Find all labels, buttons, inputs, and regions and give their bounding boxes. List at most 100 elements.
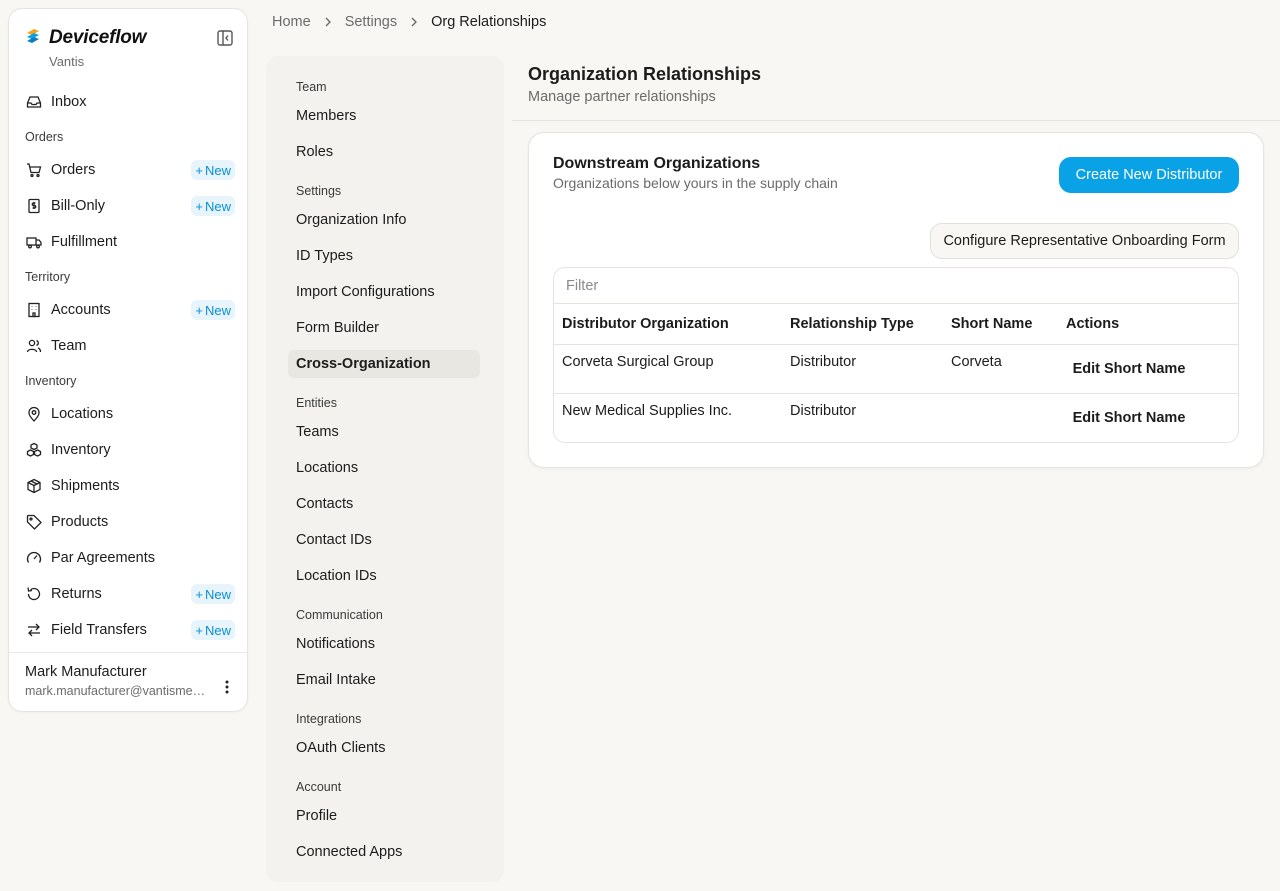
cell-short-name: Corveta <box>951 354 1002 370</box>
brand[interactable]: Deviceflow <box>25 27 146 49</box>
sidebar-item-bill-only[interactable]: Bill-Only + New <box>17 191 239 221</box>
settings-item-organization-info[interactable]: Organization Info <box>288 206 480 234</box>
column-header-short-name: Short Name <box>951 316 1033 332</box>
settings-section-title: Communication <box>296 608 383 622</box>
sidebar-item-shipments[interactable]: Shipments <box>17 471 239 501</box>
breadcrumb: Home Settings Org Relationships <box>272 14 546 30</box>
sidebar-item-par-agreements[interactable]: Par Agreements <box>17 543 239 573</box>
settings-nav: Team Members Roles Settings Organization… <box>266 56 504 882</box>
new-field-transfers-button[interactable]: + New <box>191 620 235 640</box>
settings-item-contact-ids[interactable]: Contact IDs <box>288 526 480 554</box>
table-row: New Medical Supplies Inc. Distributor Ed… <box>554 393 1238 442</box>
sidebar-section-title: Territory <box>25 270 71 284</box>
chevron-right-icon <box>397 17 431 27</box>
settings-item-notifications[interactable]: Notifications <box>288 630 480 658</box>
column-header-relationship-type: Relationship Type <box>790 316 914 332</box>
table-row: Corveta Surgical Group Distributor Corve… <box>554 344 1238 393</box>
sidebar-item-label: Inbox <box>51 94 87 110</box>
cell-relationship-type: Distributor <box>790 354 857 370</box>
package-icon <box>25 477 43 495</box>
sidebar-item-label: Fulfillment <box>51 234 118 250</box>
new-bill-only-button[interactable]: + New <box>191 196 235 216</box>
settings-item-locations[interactable]: Locations <box>288 454 480 482</box>
cart-icon <box>25 161 43 179</box>
breadcrumb-settings[interactable]: Settings <box>345 14 397 30</box>
settings-section-title: Integrations <box>296 712 362 726</box>
settings-item-form-builder[interactable]: Form Builder <box>288 314 480 342</box>
sidebar-item-locations[interactable]: Locations <box>17 399 239 429</box>
plus-icon: + <box>195 622 203 638</box>
truck-icon <box>25 233 43 251</box>
sidebar-item-label: Bill-Only <box>51 198 105 214</box>
sidebar-item-returns[interactable]: Returns + New <box>17 579 239 609</box>
settings-item-profile[interactable]: Profile <box>288 802 480 830</box>
distributors-table: Distributor Organization Relationship Ty… <box>553 267 1239 443</box>
filter-input[interactable] <box>554 268 1238 304</box>
sidebar-item-label: Par Agreements <box>51 550 155 566</box>
new-returns-button[interactable]: + New <box>191 584 235 604</box>
column-header-actions: Actions <box>1066 316 1120 332</box>
sidebar-item-fulfillment[interactable]: Fulfillment <box>17 227 239 257</box>
create-new-distributor-button[interactable]: Create New Distributor <box>1059 157 1239 193</box>
sidebar-item-label: Team <box>51 338 87 354</box>
column-header-organization: Distributor Organization <box>562 316 729 332</box>
cell-organization: Corveta Surgical Group <box>562 354 714 370</box>
user-profile[interactable]: Mark Manufacturer mark.manufacturer@vant… <box>9 652 247 712</box>
sidebar-item-label: Field Transfers <box>51 622 147 638</box>
new-badge-label: New <box>204 586 231 602</box>
sidebar-item-label: Returns <box>51 586 102 602</box>
sidebar-item-label: Products <box>51 514 109 530</box>
sidebar-item-label: Locations <box>51 406 114 422</box>
settings-item-teams[interactable]: Teams <box>288 418 480 446</box>
sidebar-collapse-icon[interactable] <box>215 28 235 48</box>
settings-item-location-ids[interactable]: Location IDs <box>288 562 480 590</box>
sidebar-item-accounts[interactable]: Accounts + New <box>17 295 239 325</box>
new-accounts-button[interactable]: + New <box>191 300 235 320</box>
settings-item-contacts[interactable]: Contacts <box>288 490 480 518</box>
sidebar-item-label: Accounts <box>51 302 111 318</box>
breadcrumb-home[interactable]: Home <box>272 14 311 30</box>
settings-item-id-types[interactable]: ID Types <box>288 242 480 270</box>
sidebar-item-products[interactable]: Products <box>17 507 239 537</box>
new-orders-button[interactable]: + New <box>191 160 235 180</box>
settings-item-roles[interactable]: Roles <box>288 138 480 166</box>
sidebar-section-title: Inventory <box>25 374 77 388</box>
more-vertical-icon[interactable] <box>219 675 235 699</box>
sidebar-item-field-transfers[interactable]: Field Transfers + New <box>17 615 239 645</box>
page-title: Organization Relationships <box>528 64 762 84</box>
settings-item-import-configurations[interactable]: Import Configurations <box>288 278 480 306</box>
plus-icon: + <box>195 198 203 214</box>
deviceflow-logo-icon <box>25 28 41 49</box>
sidebar-item-orders[interactable]: Orders + New <box>17 155 239 185</box>
sidebar-item-inbox[interactable]: Inbox <box>17 87 239 117</box>
users-icon <box>25 337 43 355</box>
sidebar-item-team[interactable]: Team <box>17 331 239 361</box>
new-badge-label: New <box>204 622 231 638</box>
edit-short-name-button[interactable]: Edit Short Name <box>1066 405 1192 431</box>
new-badge-label: New <box>204 198 231 214</box>
breadcrumb-current: Org Relationships <box>431 14 547 30</box>
card-title: Downstream Organizations <box>553 155 761 172</box>
sidebar-item-label: Orders <box>51 162 96 178</box>
sidebar-item-label: Shipments <box>51 478 120 494</box>
user-email: mark.manufacturer@vantismedical.com <box>25 684 211 698</box>
gauge-icon <box>25 549 43 567</box>
settings-item-members[interactable]: Members <box>288 102 480 130</box>
arrows-swap-icon <box>25 621 43 639</box>
edit-short-name-button[interactable]: Edit Short Name <box>1066 356 1192 382</box>
page-subtitle: Manage partner relationships <box>528 89 716 105</box>
settings-item-oauth-clients[interactable]: OAuth Clients <box>288 734 480 762</box>
settings-section-title: Account <box>296 780 342 794</box>
plus-icon: + <box>195 302 203 318</box>
brand-name: Deviceflow <box>49 27 147 48</box>
sidebar-item-inventory[interactable]: Inventory <box>17 435 239 465</box>
settings-item-email-intake[interactable]: Email Intake <box>288 666 480 694</box>
settings-item-connected-apps[interactable]: Connected Apps <box>288 838 480 866</box>
sidebar-item-label: Inventory <box>51 442 111 458</box>
receipt-icon <box>25 197 43 215</box>
building-icon <box>25 301 43 319</box>
org-name: Vantis <box>49 54 85 69</box>
configure-onboarding-form-button[interactable]: Configure Representative Onboarding Form <box>930 223 1239 259</box>
plus-icon: + <box>195 162 203 178</box>
settings-item-cross-organization[interactable]: Cross-Organization <box>288 350 480 378</box>
